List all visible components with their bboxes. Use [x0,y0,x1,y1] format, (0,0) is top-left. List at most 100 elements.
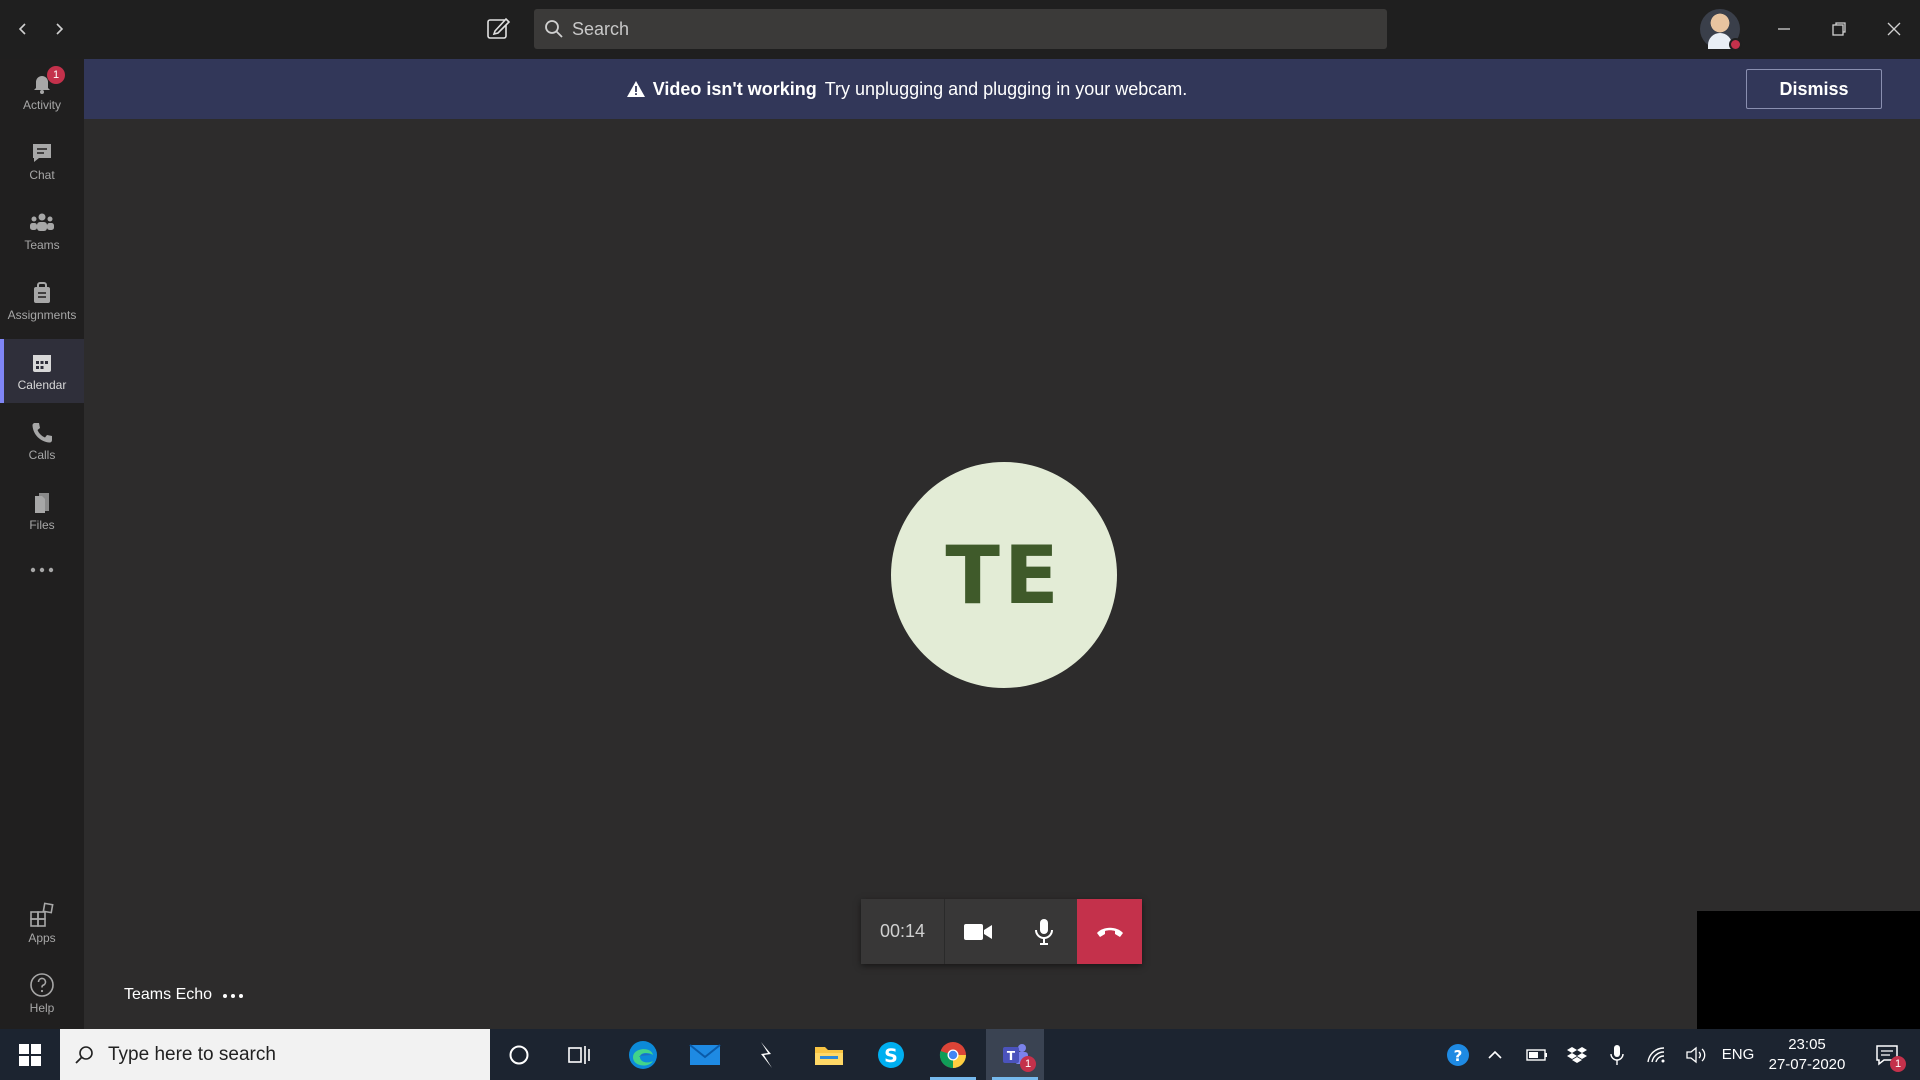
chevron-up-icon [1488,1050,1502,1059]
close-icon [1887,22,1901,36]
notification-count-badge: 1 [1890,1056,1906,1072]
wifi-icon [1647,1046,1665,1062]
rail-label: Files [29,517,55,532]
new-chat-button[interactable] [485,15,513,43]
profile-avatar[interactable] [1700,9,1742,51]
taskbar-search-input[interactable] [108,1043,468,1066]
rail-label: Apps [28,930,56,945]
mail-icon [689,1043,721,1065]
help-tray-button[interactable]: ? [1440,1029,1476,1080]
camera-toggle-button[interactable] [945,899,1011,964]
language-indicator[interactable]: ENG [1718,1029,1758,1080]
skype-icon: S [878,1041,904,1068]
restore-button[interactable] [1824,14,1854,44]
search-bar[interactable] [534,9,1387,49]
app-bar: 1 Activity Chat Teams Assignments Calend… [0,59,84,1029]
rail-item-teams[interactable]: Teams [0,199,84,263]
forward-button[interactable] [46,16,72,42]
teams-window: 1 Activity Chat Teams Assignments Calend… [0,0,1920,1080]
more-icon [223,994,244,998]
network-button[interactable] [1640,1029,1674,1080]
clock-date: 27-07-2020 [1768,1056,1846,1073]
assignments-icon [34,281,50,303]
teams-icon [30,213,54,231]
svg-text:T: T [1007,1049,1016,1063]
chat-icon [33,143,51,162]
rail-label: Activity [22,97,61,112]
taskbar-search[interactable] [60,1029,490,1080]
dropbox-icon [1567,1046,1587,1063]
rail-item-activity[interactable]: 1 Activity [0,59,84,123]
action-center-button[interactable]: 1 [1862,1029,1912,1080]
back-button[interactable] [10,16,36,42]
rail-label: Teams [24,237,60,252]
system-clock[interactable]: 23:05 27-07-2020 [1762,1035,1852,1075]
chrome-app[interactable] [924,1029,982,1080]
volume-button[interactable] [1678,1029,1714,1080]
battery-button[interactable] [1520,1029,1554,1080]
windows-logo-icon [19,1043,41,1066]
video-camera-icon [964,923,992,940]
chevron-right-icon [56,23,64,35]
call-controls: 00:14 [861,899,1142,964]
cortana-icon [509,1045,529,1064]
lightning-icon [761,1041,772,1068]
dismiss-button[interactable]: Dismiss [1746,69,1882,109]
activity-badge: 1 [47,66,65,84]
rail-label: Chat [29,167,55,182]
rail-item-apps[interactable]: Apps [0,891,84,955]
chrome-icon [939,1041,967,1068]
close-button[interactable] [1879,14,1909,44]
svg-text:?: ? [1454,1047,1463,1065]
cortana-button[interactable] [490,1029,548,1080]
rail-item-chat[interactable]: Chat [0,129,84,193]
mail-app[interactable] [676,1029,734,1080]
hang-up-button[interactable] [1077,899,1142,964]
start-button[interactable] [0,1029,60,1080]
minimize-button[interactable] [1769,14,1799,44]
title-bar [0,0,1920,59]
rail-label: Help [29,1000,55,1015]
task-view-button[interactable] [550,1029,608,1080]
help-icon [30,972,54,997]
mic-toggle-button[interactable] [1011,899,1077,964]
search-input[interactable] [572,9,1372,49]
presence-busy-indicator [1729,38,1742,51]
participant-more-button[interactable] [222,986,244,1004]
edge-icon [629,1040,657,1069]
rail-item-calendar[interactable]: Calendar [0,339,84,403]
rail-item-calls[interactable]: Calls [0,409,84,473]
self-video-preview [1697,911,1920,1029]
banner-text: Try unplugging and plugging in your webc… [824,78,1188,99]
search-icon [75,1045,93,1064]
call-timer: 00:14 [861,899,945,964]
edge-app[interactable] [614,1029,672,1080]
rail-label: Assignments [7,307,77,322]
rail-item-files[interactable]: Files [0,479,84,543]
phone-icon [32,422,52,442]
windows-taskbar: S T 1 ? ENG 23:05 [0,1029,1920,1080]
pinned-app[interactable] [738,1029,796,1080]
help-circle-icon: ? [1447,1043,1469,1066]
calendar-icon [33,354,51,372]
dropbox-button[interactable] [1560,1029,1594,1080]
rail-item-assignments[interactable]: Assignments [0,269,84,333]
participant-name: Teams Echo [124,986,213,1003]
rail-label: Calls [28,447,56,462]
clock-time: 23:05 [1788,1036,1826,1053]
hang-up-icon [1096,927,1123,937]
skype-app[interactable]: S [862,1029,920,1080]
battery-icon [1526,1048,1547,1061]
show-hidden-icons-button[interactable] [1480,1029,1510,1080]
video-warning-banner: Video isn't working Try unplugging and p… [84,59,1920,119]
banner-message: Video isn't working Try unplugging and p… [626,78,1188,100]
file-explorer-app[interactable] [800,1029,858,1080]
teams-app[interactable]: T 1 [986,1029,1044,1080]
speaker-icon [1686,1046,1706,1063]
more-apps-button[interactable] [0,551,84,591]
teams-notification-badge: 1 [1020,1056,1036,1072]
more-icon [30,567,54,572]
warning-icon [626,81,645,97]
rail-item-help[interactable]: Help [0,961,84,1025]
microphone-tray-button[interactable] [1600,1029,1634,1080]
